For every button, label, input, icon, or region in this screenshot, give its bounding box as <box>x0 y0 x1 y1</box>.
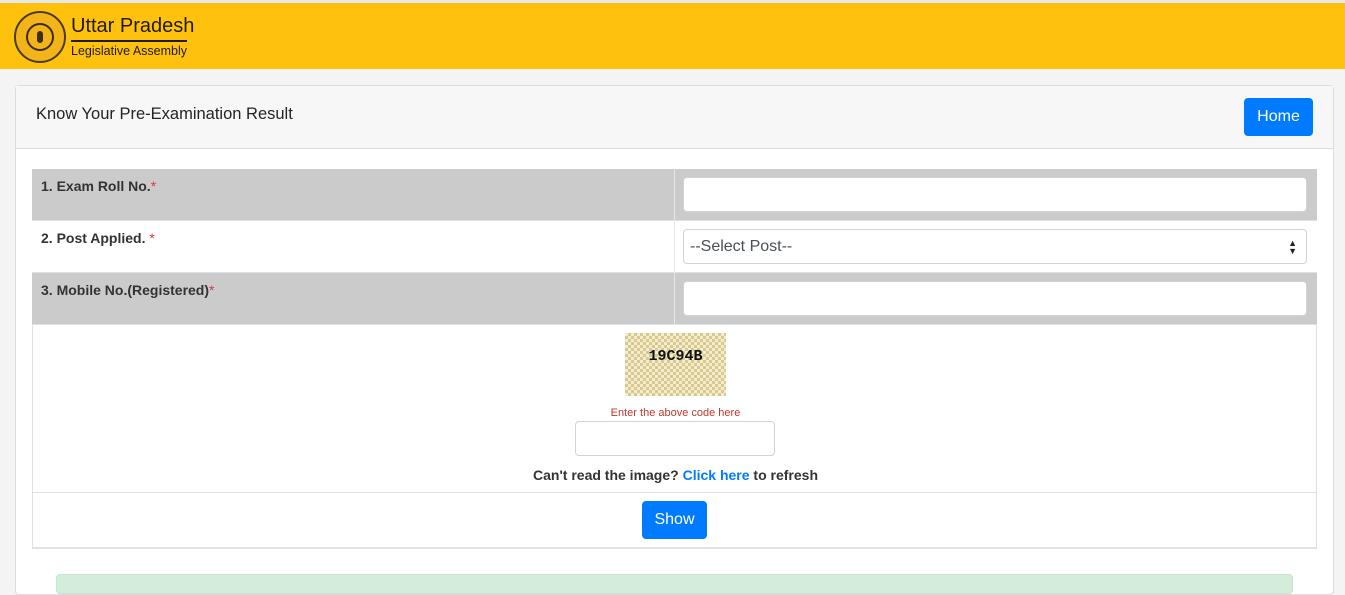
emblem-icon[interactable] <box>14 11 66 63</box>
mobile-input[interactable] <box>683 281 1307 316</box>
required-mark: * <box>209 282 215 298</box>
row-divider <box>674 221 675 273</box>
home-button[interactable]: Home <box>1244 98 1313 136</box>
captcha-refresh-text: Can't read the image? Click here to refr… <box>33 467 1318 483</box>
submit-row: Show <box>32 493 1317 549</box>
required-mark: * <box>149 230 155 246</box>
emblem-inner <box>26 23 54 51</box>
row-divider <box>674 273 675 325</box>
page-title: Know Your Pre-Examination Result <box>36 105 293 123</box>
refresh-suffix: to refresh <box>749 467 818 483</box>
select-arrows-icon: ▲ ▼ <box>1288 238 1297 256</box>
form-row-roll-no: 1. Exam Roll No.* <box>32 169 1317 221</box>
post-select[interactable]: --Select Post-- ▲ ▼ <box>683 229 1307 264</box>
post-label-text: 2. Post Applied. <box>41 230 150 246</box>
result-alert <box>56 574 1293 594</box>
captcha-input[interactable] <box>575 421 775 456</box>
form-row-post: 2. Post Applied. * --Select Post-- ▲ ▼ <box>32 221 1317 273</box>
brand-underline <box>71 40 187 42</box>
post-select-value: --Select Post-- <box>690 238 793 255</box>
captcha-image: 19C94B <box>625 333 726 396</box>
roll-no-label: 1. Exam Roll No.* <box>41 178 156 194</box>
captcha-section: 19C94B Enter the above code here Can't r… <box>32 325 1317 493</box>
brand-title[interactable]: Uttar Pradesh <box>71 15 194 38</box>
show-button[interactable]: Show <box>642 501 707 539</box>
refresh-prefix: Can't read the image? <box>533 467 683 483</box>
site-header: Uttar Pradesh Legislative Assembly <box>0 3 1345 69</box>
brand-subtitle: Legislative Assembly <box>71 44 188 58</box>
mobile-label: 3. Mobile No.(Registered)* <box>41 282 214 298</box>
roll-no-input[interactable] <box>683 177 1307 212</box>
mobile-label-text: 3. Mobile No.(Registered) <box>41 282 210 298</box>
captcha-hint: Enter the above code here <box>610 407 741 419</box>
card-header: Know Your Pre-Examination Result Home <box>16 86 1333 149</box>
emblem-core <box>37 31 43 43</box>
row-divider <box>674 169 675 221</box>
roll-no-label-text: 1. Exam Roll No. <box>41 178 151 194</box>
form-row-mobile: 3. Mobile No.(Registered)* <box>32 273 1317 325</box>
refresh-link[interactable]: Click here <box>683 467 750 483</box>
captcha-code: 19C94B <box>648 348 703 365</box>
required-mark: * <box>150 178 157 194</box>
post-label: 2. Post Applied. * <box>41 230 155 246</box>
